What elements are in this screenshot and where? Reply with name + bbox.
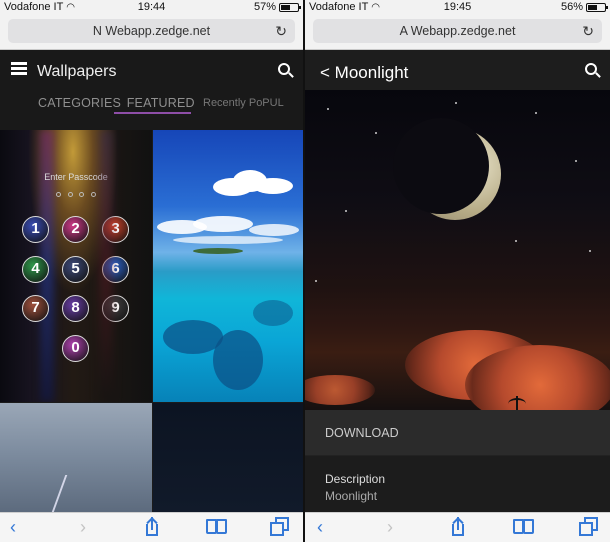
passcode-dots [56, 192, 96, 197]
download-label: DOWNLOAD [325, 426, 399, 440]
tabs-icon[interactable] [270, 517, 290, 537]
safari-toolbar: ‹ › [0, 512, 303, 542]
url-text: A Webapp.zedge.net [399, 24, 516, 38]
passcode-key-9: 9 [102, 295, 129, 322]
passcode-key-8: 8 [62, 295, 89, 322]
battery-percent: 56% [560, 1, 583, 13]
menu-icon[interactable] [11, 62, 27, 76]
passcode-prompt: Enter Passcode [44, 172, 108, 182]
page-title: Wallpapers [37, 63, 117, 80]
lightning-graphic [50, 475, 106, 513]
passcode-key-2: 2 [62, 216, 89, 243]
forward-icon[interactable]: › [387, 517, 393, 537]
share-icon[interactable] [450, 517, 466, 537]
browser-chrome: Vodafone IT ◠ 19:44 57% N Webapp.zedge.n… [0, 0, 303, 50]
passcode-key-5: 5 [62, 256, 89, 283]
download-button[interactable]: DOWNLOAD [305, 410, 610, 456]
forward-icon[interactable]: › [80, 517, 86, 537]
tab-bar: CATEGORIES FEATURED [38, 96, 197, 110]
app-header: < Moonlight [305, 50, 610, 90]
tab-featured[interactable]: FEATURED [127, 96, 195, 110]
battery-indicator: 56% [560, 1, 608, 13]
app-header: Wallpapers CATEGORIES FEATURED Recently … [0, 50, 303, 130]
tabs-icon[interactable] [579, 517, 599, 537]
battery-icon [279, 2, 301, 12]
safari-toolbar: ‹ › [305, 512, 610, 542]
address-bar[interactable]: N Webapp.zedge.net ↻ [8, 19, 295, 43]
tab-categories[interactable]: CATEGORIES [38, 96, 121, 110]
share-icon[interactable] [144, 517, 160, 537]
status-bar: Vodafone IT ◠ 19:44 57% [0, 0, 303, 16]
back-icon[interactable]: ‹ [10, 517, 16, 537]
tree-silhouette [508, 396, 526, 412]
right-screen: Vodafone IT ◠ 19:45 56% A Webapp.zedge.n… [305, 0, 610, 542]
status-bar: Vodafone IT ◠ 19:45 56% [305, 0, 610, 16]
tab-recently-popular[interactable]: Recently PoPUL [203, 97, 284, 109]
reload-icon[interactable]: ↻ [275, 19, 287, 43]
battery-indicator: 57% [253, 1, 301, 13]
back-button[interactable]: < Moonlight [320, 63, 408, 83]
left-screen: Vodafone IT ◠ 19:44 57% N Webapp.zedge.n… [0, 0, 303, 542]
wallpaper-tile-dark[interactable] [153, 403, 303, 513]
address-bar[interactable]: A Webapp.zedge.net ↻ [313, 19, 602, 43]
url-text: N Webapp.zedge.net [92, 24, 211, 38]
passcode-key-0: 0 [62, 335, 89, 362]
reload-icon[interactable]: ↻ [582, 19, 594, 43]
browser-chrome: Vodafone IT ◠ 19:45 56% A Webapp.zedge.n… [305, 0, 610, 50]
wallpaper-tile-lockscreen[interactable]: Enter Passcode 123 456 7890 [0, 130, 152, 402]
bookmarks-icon[interactable] [206, 519, 228, 535]
passcode-key-4: 4 [22, 256, 49, 283]
passcode-key-6: 6 [102, 256, 129, 283]
passcode-key-7: 7 [22, 295, 49, 322]
description-value: Moonlight [325, 489, 378, 503]
wallpaper-tile-ocean[interactable] [153, 130, 303, 402]
battery-icon [586, 2, 608, 12]
back-icon[interactable]: ‹ [317, 517, 323, 537]
battery-percent: 57% [253, 1, 276, 13]
passcode-key-3: 3 [102, 216, 129, 243]
wallpaper-preview-image [305, 90, 610, 425]
wallpaper-tile-storm[interactable] [0, 403, 152, 513]
back-arrow-icon: < [320, 63, 330, 82]
description-heading: Description [325, 472, 386, 486]
bookmarks-icon[interactable] [513, 519, 535, 535]
tab-active-indicator [114, 112, 191, 114]
search-icon[interactable] [278, 63, 294, 79]
description-section: Description Moonlight [305, 456, 610, 512]
passcode-key-1: 1 [22, 216, 49, 243]
search-icon[interactable] [585, 63, 601, 79]
page-title: Moonlight [334, 63, 409, 82]
